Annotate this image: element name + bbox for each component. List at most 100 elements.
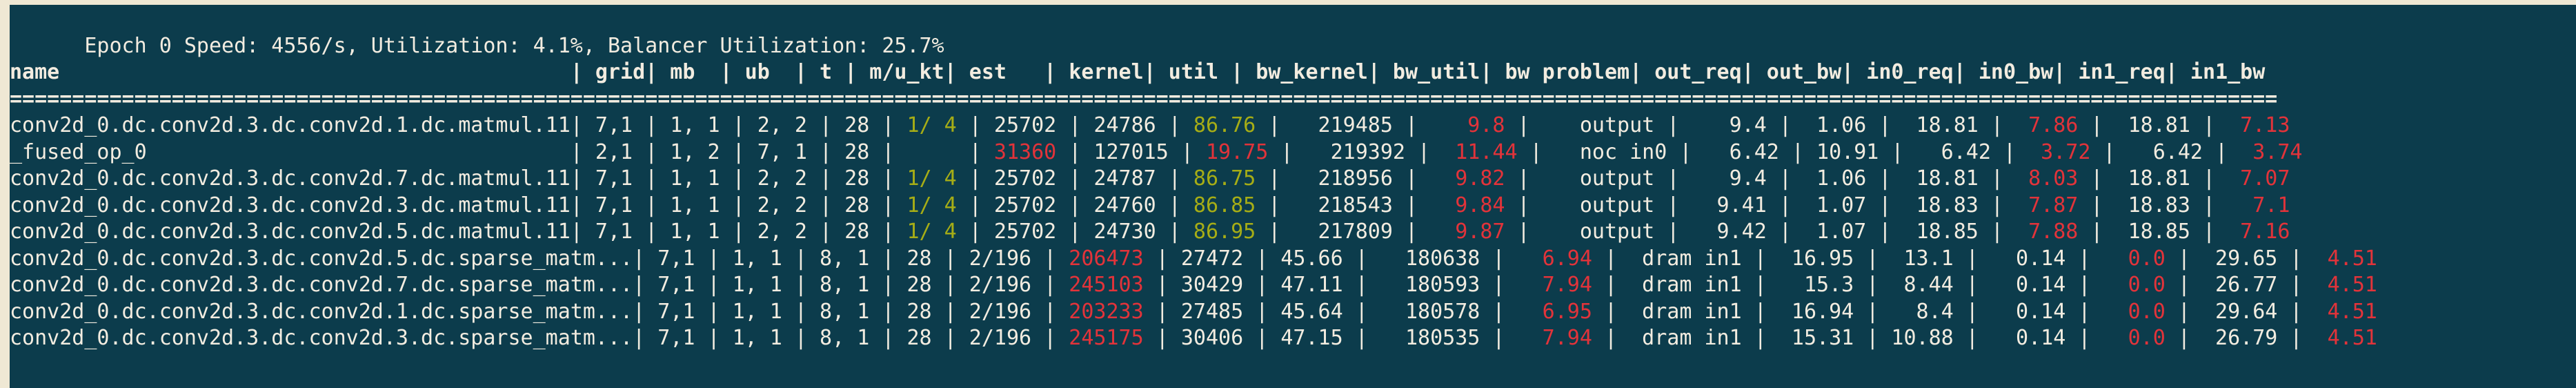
cell-in0-bw: 7.88	[2003, 220, 2091, 244]
cell-bw-problem: output	[1529, 113, 1667, 137]
cell-bw-kernel: 180535	[1367, 326, 1493, 350]
column-header-mb[interactable]: mb	[657, 60, 720, 84]
column-divider: |	[645, 166, 658, 191]
table-row[interactable]: conv2d_0.dc.conv2d.3.dc.conv2d.5.dc.matm…	[10, 219, 2576, 246]
cell-m-u-kt: 2/196	[956, 246, 1044, 271]
column-divider: |	[2177, 273, 2190, 297]
column-divider: |	[1517, 220, 1530, 244]
cell-util: 19.75	[1193, 139, 1281, 164]
cell-out-bw: 8.4	[1879, 299, 1966, 324]
column-header-in1-req[interactable]: in1_req	[2065, 60, 2165, 84]
column-header-bw-util[interactable]: bw_util	[1380, 60, 1480, 84]
column-divider: |	[633, 299, 646, 324]
column-divider: |	[1492, 299, 1505, 324]
cell-mb: 1, 1	[657, 193, 733, 217]
column-header-ub[interactable]: ub	[733, 60, 795, 84]
column-divider: |	[1667, 220, 1680, 244]
column-divider: |	[633, 273, 646, 297]
column-header-bw-kernel[interactable]: bw_kernel	[1243, 60, 1368, 84]
column-header-grid[interactable]: grid	[583, 60, 645, 84]
column-divider: |	[1754, 246, 1767, 271]
cell-est: 203233	[1056, 299, 1156, 324]
cell-out-req: 9.42	[1679, 220, 1779, 244]
column-divider: |	[969, 166, 982, 191]
column-divider: |	[1841, 60, 1854, 84]
column-divider: |	[645, 220, 658, 244]
cell-in1-bw: 3.74	[2228, 139, 2315, 164]
cell-bw-kernel: 218543	[1280, 193, 1405, 217]
column-divider: |	[707, 246, 720, 271]
cell-in0-req: 18.85	[1891, 220, 1991, 244]
column-divider: |	[882, 299, 895, 324]
cell-bw-kernel: 180578	[1367, 299, 1493, 324]
cell-t: 28	[832, 193, 882, 217]
column-divider: |	[1355, 299, 1368, 324]
column-divider: |	[969, 113, 982, 137]
column-divider: |	[1143, 60, 1156, 84]
table-header-row: name | grid| mb | ub | t | m/u_kt| est |…	[10, 59, 2576, 86]
cell-in1-bw: 4.51	[2302, 299, 2390, 324]
column-header-in1-bw[interactable]: in1_bw	[2178, 60, 2265, 84]
cell-ub: 8, 1	[806, 246, 882, 271]
column-divider: |	[1492, 326, 1505, 350]
cell-est: 25702	[981, 220, 1069, 244]
cell-bw-util: 6.94	[1505, 246, 1605, 271]
column-header-out-req[interactable]: out_req	[1642, 60, 1741, 84]
cell-est: 25702	[981, 113, 1069, 137]
column-divider: |	[1069, 220, 1082, 244]
table-row[interactable]: conv2d_0.dc.conv2d.3.dc.conv2d.1.dc.spar…	[10, 299, 2576, 326]
table-row[interactable]: conv2d_0.dc.conv2d.3.dc.conv2d.7.dc.spar…	[10, 272, 2576, 299]
column-header-in0-bw[interactable]: in0_bw	[1966, 60, 2053, 84]
cell-util: 86.75	[1180, 166, 1269, 191]
column-divider: |	[732, 139, 745, 164]
column-divider: |	[1044, 60, 1057, 84]
cell-m-u-kt: 1/ 4	[894, 166, 969, 191]
column-divider: |	[2090, 220, 2103, 244]
column-header-m-u-kt[interactable]: m/u_kt	[857, 60, 944, 84]
column-header-name[interactable]: name	[10, 60, 571, 84]
column-header-kernel[interactable]: kernel	[1056, 60, 1143, 84]
column-divider: |	[1256, 326, 1269, 350]
cell-est: 25702	[981, 193, 1069, 217]
column-header-t[interactable]: t	[807, 60, 844, 84]
cell-name: conv2d_0.dc.conv2d.3.dc.conv2d.7.dc.spar…	[10, 273, 633, 297]
column-divider: |	[1492, 273, 1505, 297]
table-row[interactable]: conv2d_0.dc.conv2d.3.dc.conv2d.3.dc.matm…	[10, 193, 2576, 220]
cell-in1-bw: 7.1	[2215, 193, 2303, 217]
table-row[interactable]: conv2d_0.dc.conv2d.3.dc.conv2d.1.dc.matm…	[10, 113, 2576, 139]
cell-bw-problem: dram in1	[1617, 299, 1754, 324]
cell-mb: 1, 1	[720, 326, 795, 350]
table-row[interactable]: _fused_op_0 | 2,1 | 1, 2 | 7, 1 | 28 | |…	[10, 139, 2576, 166]
column-divider: |	[645, 60, 658, 84]
terminal-screen[interactable]: Epoch 0 Speed: 4556/s, Utilization: 4.1%…	[10, 5, 2576, 388]
cell-est: 206473	[1056, 246, 1156, 271]
cell-mb: 1, 1	[720, 246, 795, 271]
table-row[interactable]: conv2d_0.dc.conv2d.3.dc.conv2d.3.dc.spar…	[10, 325, 2576, 352]
column-header-util[interactable]: util	[1156, 60, 1231, 84]
cell-mb: 1, 1	[657, 166, 733, 191]
column-header-bw-problem[interactable]: bw problem	[1492, 60, 1629, 84]
cell-name: conv2d_0.dc.conv2d.3.dc.conv2d.7.dc.matm…	[10, 166, 571, 191]
column-divider: |	[1529, 139, 1543, 164]
column-header-in0-req[interactable]: in0_req	[1854, 60, 1953, 84]
column-divider: |	[820, 220, 833, 244]
column-header-est[interactable]: est	[957, 60, 1044, 84]
table-row[interactable]: conv2d_0.dc.conv2d.3.dc.conv2d.5.dc.spar…	[10, 246, 2576, 273]
cell-in0-bw: 7.87	[2003, 193, 2091, 217]
column-divider: |	[1879, 220, 1892, 244]
table-row[interactable]: conv2d_0.dc.conv2d.3.dc.conv2d.7.dc.matm…	[10, 166, 2576, 193]
column-divider: |	[645, 193, 658, 217]
column-divider: |	[820, 193, 833, 217]
cell-in1-req: 18.81	[2103, 166, 2203, 191]
column-divider: |	[732, 166, 745, 191]
column-divider: |	[794, 246, 807, 271]
status-line: Epoch 0 Speed: 4556/s, Utilization: 4.1%…	[10, 6, 2576, 58]
cell-in1-bw: 4.51	[2302, 273, 2390, 297]
column-divider: |	[2165, 60, 2178, 84]
column-header-out-bw[interactable]: out_bw	[1754, 60, 1841, 84]
column-divider: |	[2078, 246, 2091, 271]
column-divider: |	[944, 60, 957, 84]
column-divider: |	[1168, 220, 1181, 244]
cell-in0-req: 0.14	[1978, 246, 2079, 271]
cell-grid: 7,1	[582, 193, 646, 217]
